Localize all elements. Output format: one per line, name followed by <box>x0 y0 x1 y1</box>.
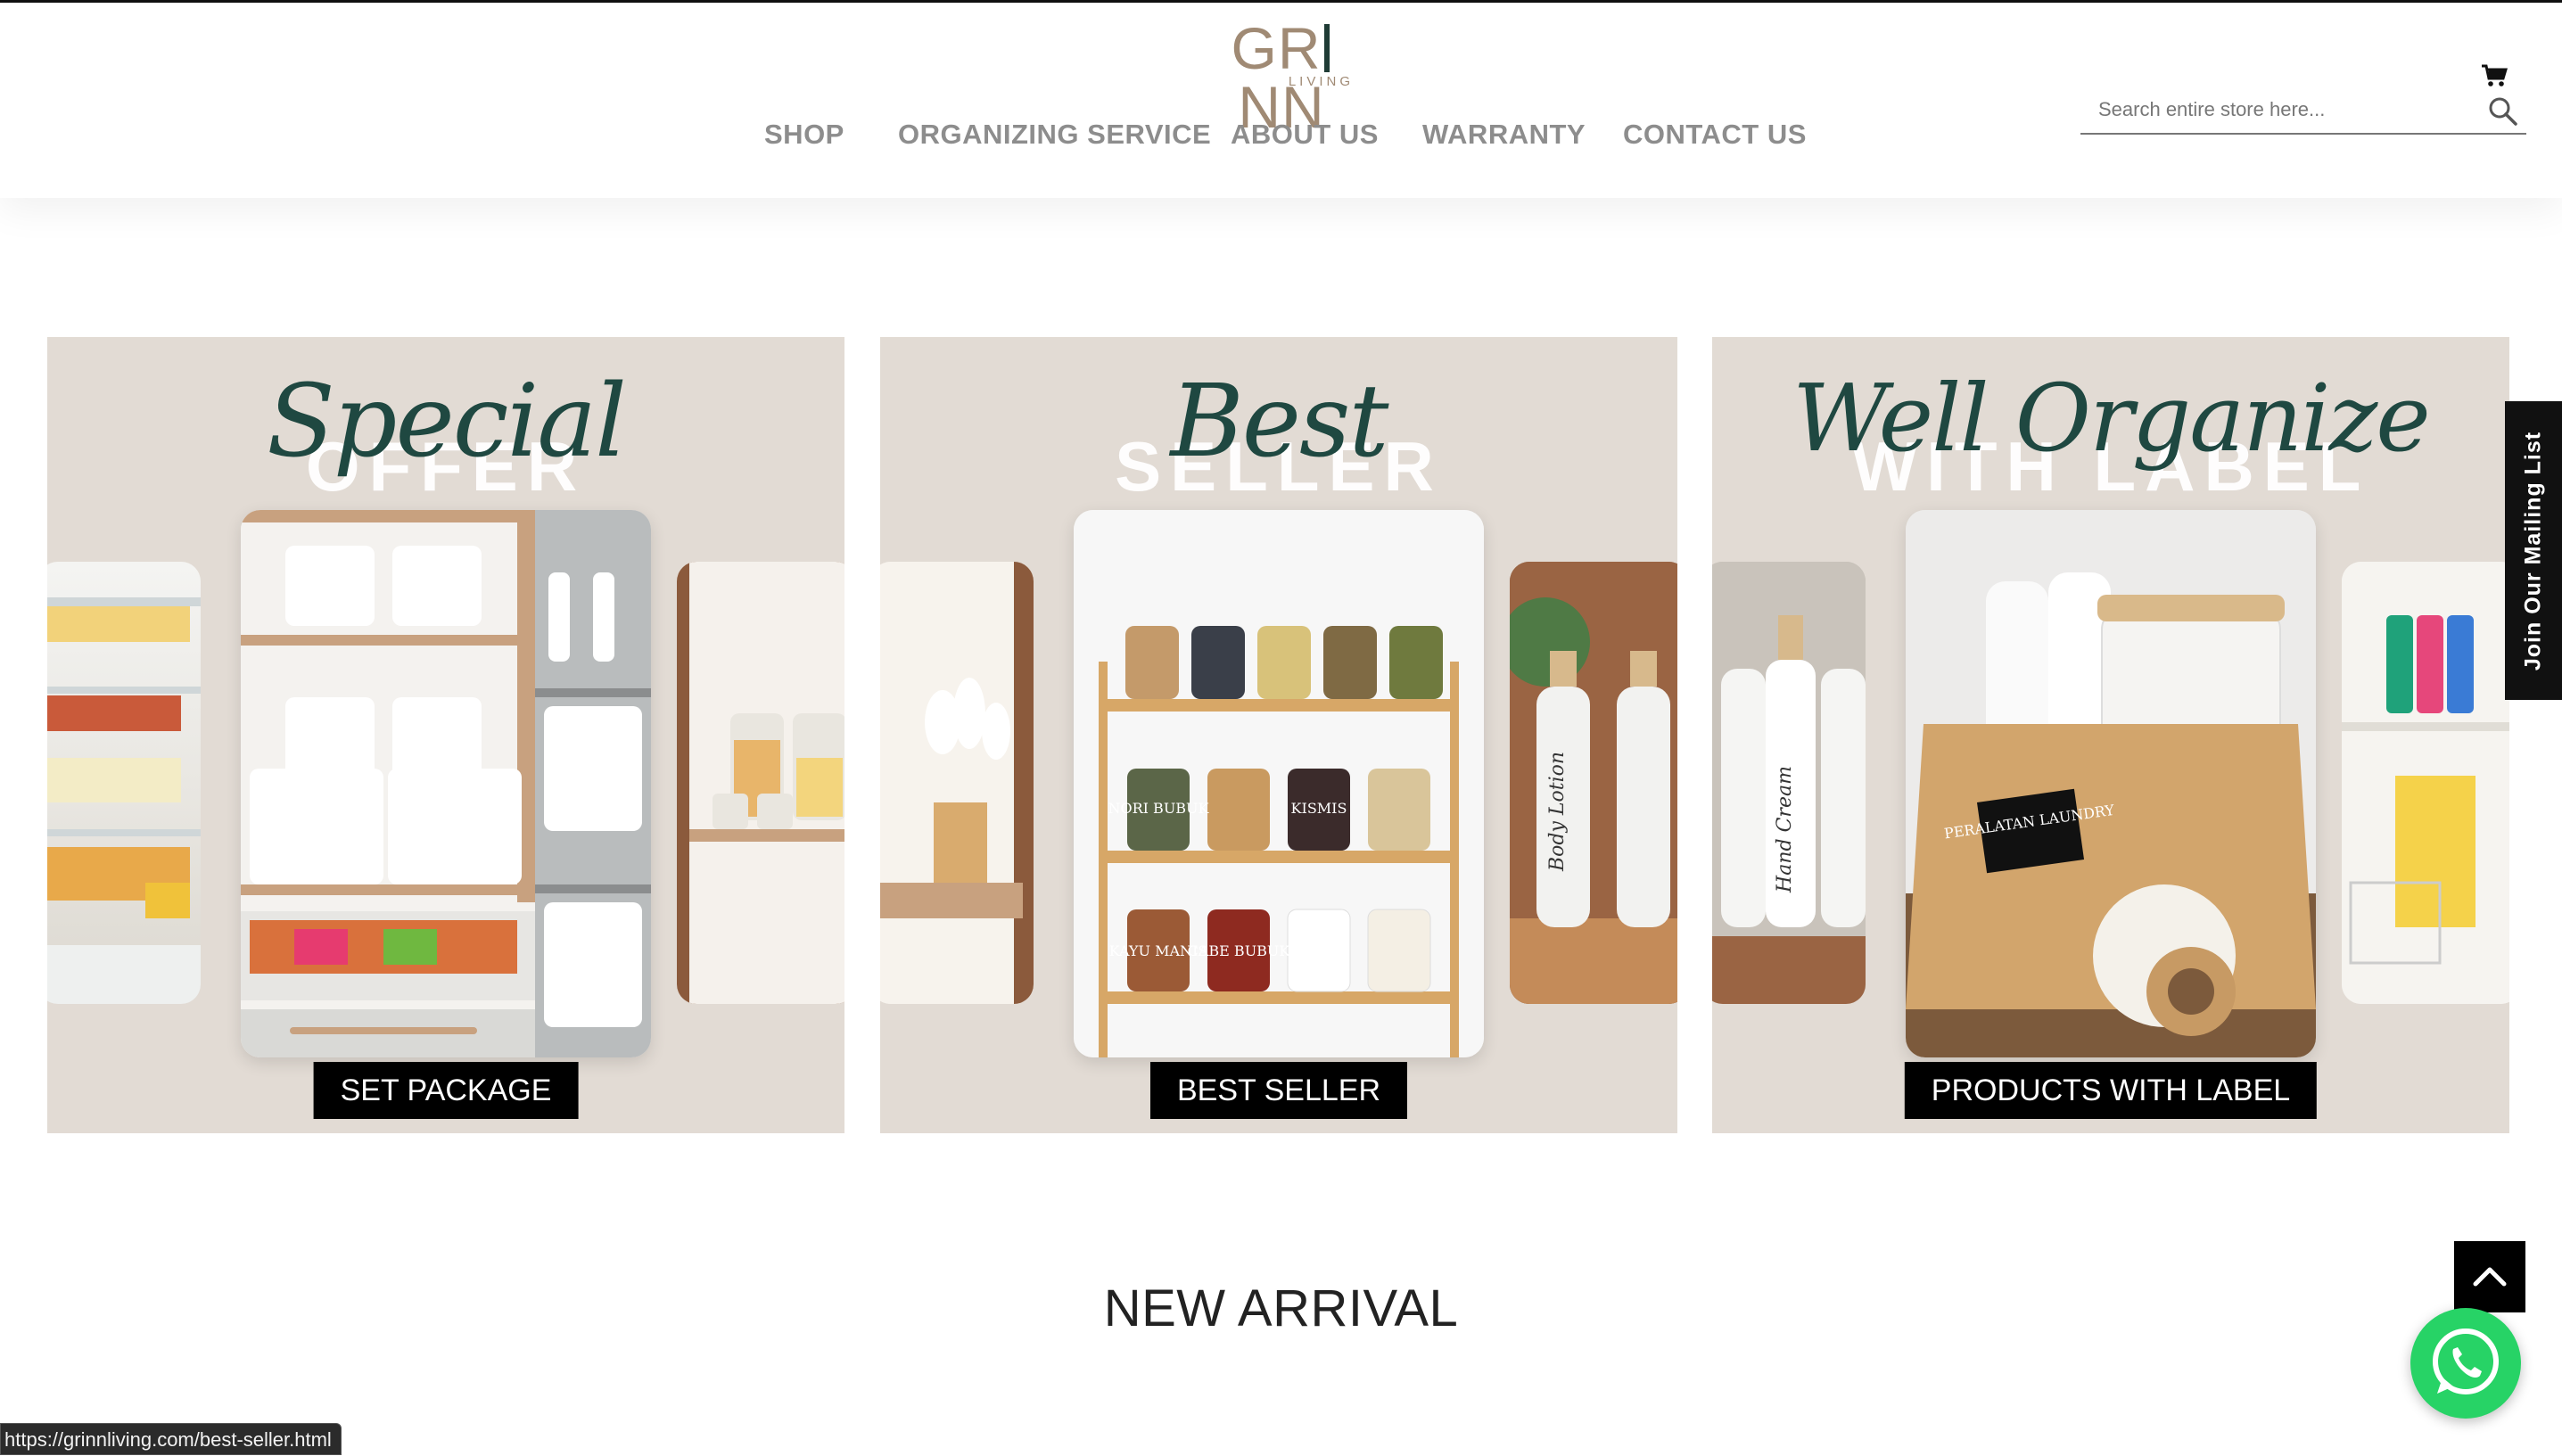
site-header: GRNN LIVING SHOP ORGANIZING SERVICE ABOU… <box>0 3 2562 198</box>
jar-label-cabe-bubuk: CABE BUBUK <box>1188 942 1291 959</box>
product-image-set-package <box>241 510 651 1057</box>
product-image-laundry-box: PERALATAN LAUNDRY <box>1906 510 2316 1057</box>
banner-script-title: Well Organize <box>1792 364 2431 473</box>
bottle-label-body-lotion: Body Lotion <box>1546 752 1569 872</box>
products-with-label-button[interactable]: PRODUCTS WITH LABEL <box>1904 1062 2318 1119</box>
jar-label-nori-bubuk: NORI BUBUK <box>1108 800 1209 817</box>
nav-item-warranty[interactable]: WARRANTY <box>1422 119 1586 151</box>
product-image-lotion-bottles: Body Lotion <box>1510 562 1677 1004</box>
banner-script-title: Special <box>267 364 627 480</box>
search-icon[interactable] <box>2487 95 2519 128</box>
new-arrival-heading: NEW ARRIVAL <box>1103 1279 1459 1337</box>
back-to-top-button[interactable] <box>2454 1241 2525 1312</box>
bottle-label-hand-cream: Hand Cream <box>1774 766 1796 893</box>
nav-item-contact-us[interactable]: CONTACT US <box>1623 119 1807 151</box>
product-image-fridge <box>47 562 201 1004</box>
product-image-pantry-jars <box>677 562 844 1004</box>
product-image-spice-rack: NORI BUBUK KISMIS KAYU MANIS CABE BUBUK <box>1074 510 1484 1057</box>
cart-icon[interactable] <box>2481 63 2508 88</box>
whatsapp-chat-button[interactable] <box>2410 1308 2521 1419</box>
nav-item-about-us[interactable]: ABOUT US <box>1231 119 1379 151</box>
product-image-utensils <box>880 562 1034 1004</box>
search-bar <box>2080 88 2526 135</box>
set-package-button[interactable]: SET PACKAGE <box>313 1062 579 1119</box>
banner-best-seller[interactable]: SELLER Best NORI BUBUK KISMIS KAYU MANIS… <box>880 337 1677 1133</box>
whatsapp-icon <box>2433 1328 2499 1394</box>
logo-subtitle: LIVING <box>1288 74 1354 89</box>
nav-item-organizing-service[interactable]: ORGANIZING SERVICE <box>898 119 1211 151</box>
best-seller-button[interactable]: BEST SELLER <box>1149 1062 1408 1119</box>
jar-label-kismis: KISMIS <box>1291 800 1347 817</box>
nav-item-shop[interactable]: SHOP <box>764 119 844 151</box>
product-image-hand-cream: Hand Cream <box>1712 562 1866 1004</box>
chevron-up-icon <box>2473 1267 2507 1287</box>
product-image-snack-shelf <box>2342 562 2509 1004</box>
search-input[interactable] <box>2098 94 2473 126</box>
join-mailing-list-tab[interactable]: Join Our Mailing List <box>2505 401 2562 700</box>
banner-script-title: Best <box>1170 364 1388 480</box>
banner-products-with-label[interactable]: WITH LABEL Well Organize Hand Cream PERA… <box>1712 337 2509 1133</box>
brand-logo[interactable]: GRNN LIVING <box>1206 19 1357 136</box>
mailing-list-label: Join Our Mailing List <box>2520 431 2546 670</box>
browser-status-url: https://grinnliving.com/best-seller.html <box>0 1423 342 1455</box>
banner-special-offer[interactable]: OFFER Special SET PACKAGE <box>47 337 844 1133</box>
